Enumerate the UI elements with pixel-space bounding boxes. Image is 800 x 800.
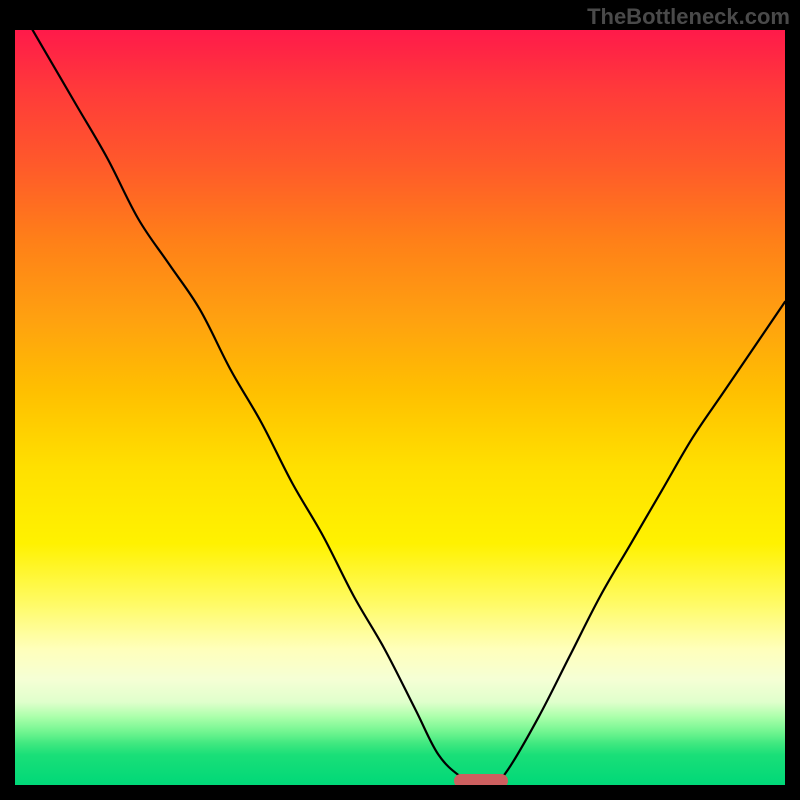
optimal-marker [454,774,508,785]
plot-area [15,30,785,785]
bottleneck-curve [15,30,785,785]
watermark-text: TheBottleneck.com [587,4,790,30]
curve-svg [15,30,785,785]
